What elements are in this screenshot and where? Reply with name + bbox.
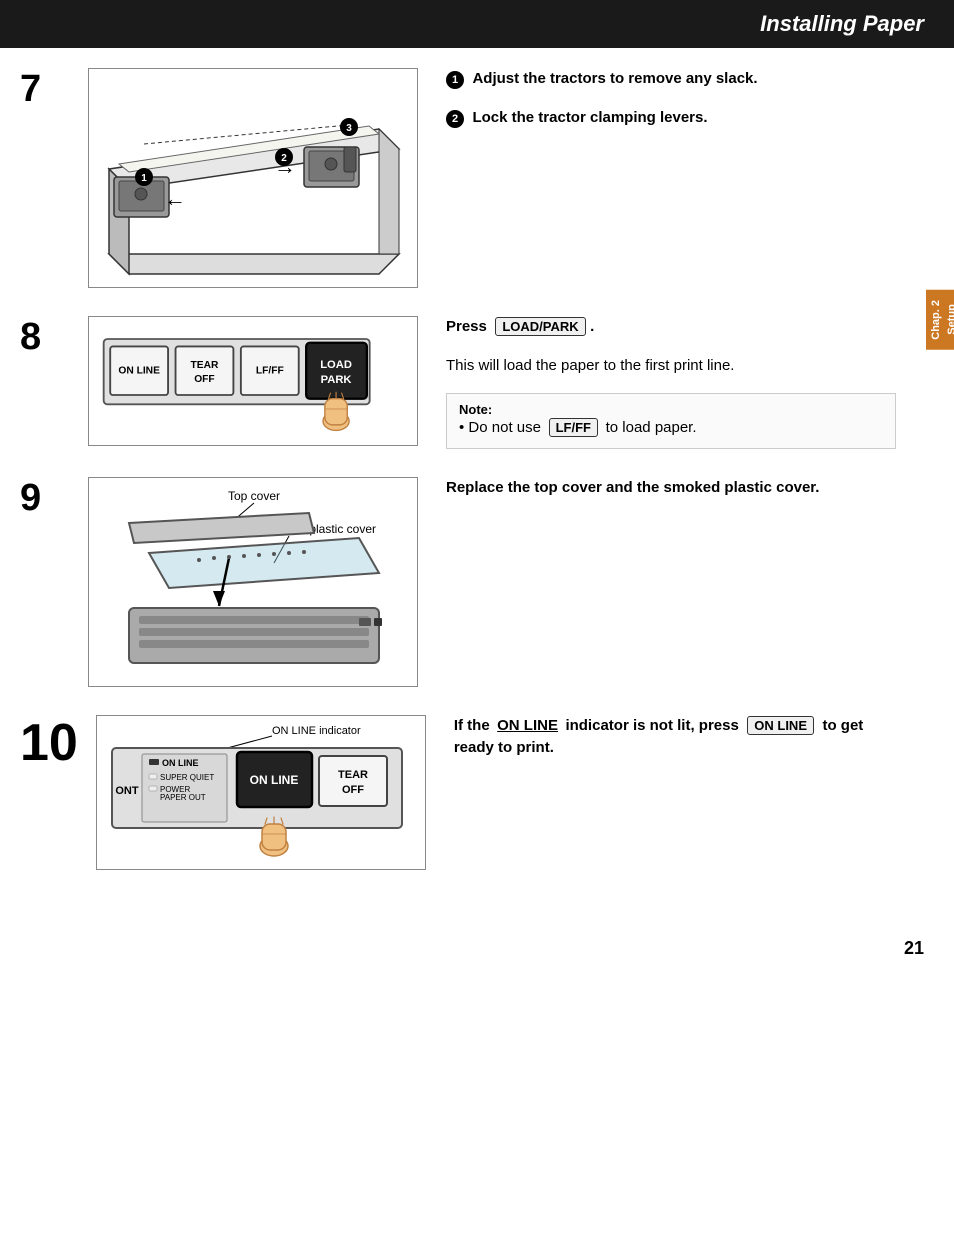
step-7-instruction-2: 2 Lock the tractor clamping levers. — [446, 107, 896, 130]
note-label: Note: — [459, 402, 492, 417]
step-8-note-box: Note: • Do not use LF/FF to load paper. — [446, 393, 896, 449]
step-7-number: 7 — [20, 70, 70, 108]
main-content: 7 — [0, 48, 954, 928]
chapter-tab: Chap. 2 Setup — [926, 290, 954, 350]
step-8-desc-text: This will load the paper to the first pr… — [446, 357, 734, 374]
svg-text:2: 2 — [281, 153, 287, 164]
step-8-number: 8 — [20, 318, 70, 356]
svg-text:SUPER QUIET: SUPER QUIET — [160, 773, 214, 782]
svg-text:←: ← — [164, 186, 186, 211]
step-10-diagram: ON LINE indicator ONT ON LINE SUPER QUIE… — [96, 715, 426, 870]
svg-text:Top cover: Top cover — [228, 489, 280, 503]
step-8-press-line: Press LOAD/PARK . — [446, 316, 896, 339]
step-7-text: 1 Adjust the tractors to remove any slac… — [436, 68, 896, 145]
circle-2: 2 — [446, 110, 464, 128]
step-8-description: This will load the paper to the first pr… — [446, 355, 896, 378]
step-7-instruction-1: 1 Adjust the tractors to remove any slac… — [446, 68, 896, 91]
circle-1: 1 — [446, 71, 464, 89]
step-10-svg: ON LINE indicator ONT ON LINE SUPER QUIE… — [97, 716, 426, 870]
svg-text:LOAD: LOAD — [320, 359, 352, 371]
step-7-diagram: ← → 1 2 3 — [88, 68, 418, 288]
svg-text:3: 3 — [346, 123, 352, 134]
step-8-row: 8 ON LINE TEAR OFF LF/FF LOAD PARK — [20, 316, 896, 449]
step-10-prefix: If the — [454, 717, 490, 734]
svg-text:LF/FF: LF/FF — [256, 366, 284, 377]
step-7-svg: ← → 1 2 3 — [89, 69, 418, 288]
svg-text:ONT: ONT — [115, 785, 139, 797]
step-10-row: 10 ON LINE indicator ONT ON LINE SUPER Q… — [20, 715, 896, 870]
note-text2: to load paper. — [606, 419, 697, 436]
svg-text:OFF: OFF — [194, 374, 215, 385]
page-title: Installing Paper — [760, 11, 924, 37]
on-line-key-inline: ON LINE — [747, 716, 814, 735]
step-9-text: Replace the top cover and the smoked pla… — [436, 477, 896, 500]
svg-text:ON LINE: ON LINE — [118, 366, 160, 377]
svg-text:ON LINE: ON LINE — [250, 773, 299, 787]
step-7-text-1: Adjust the tractors to remove any slack. — [472, 70, 757, 87]
page-number: 21 — [0, 938, 954, 969]
step-7-text-2: Lock the tractor clamping levers. — [472, 109, 707, 126]
step-9-number: 9 — [20, 479, 70, 517]
step-8-text: Press LOAD/PARK . This will load the pap… — [436, 316, 896, 449]
setup-label: Setup — [946, 305, 954, 336]
step-9-row: 9 Top cover Smoked plastic cover — [20, 477, 896, 687]
svg-text:ON LINE indicator: ON LINE indicator — [272, 725, 361, 737]
svg-text:1: 1 — [141, 173, 147, 184]
lf-ff-key-inline: LF/FF — [549, 418, 598, 437]
note-text: • Do not use — [459, 419, 541, 436]
step-9-svg: Top cover Smoked plastic cover — [89, 478, 418, 687]
chapter-label: Chap. 2 — [930, 300, 942, 340]
load-park-key-inline: LOAD/PARK — [495, 317, 585, 336]
step-7-row: 7 — [20, 68, 896, 288]
header-bar: Installing Paper — [0, 0, 954, 48]
step-8-svg: ON LINE TEAR OFF LF/FF LOAD PARK — [99, 316, 407, 446]
svg-text:OFF: OFF — [342, 784, 364, 796]
step-8-diagram: ON LINE TEAR OFF LF/FF LOAD PARK — [88, 316, 418, 446]
step-10-number: 10 — [20, 717, 78, 769]
step-9-instruction: Replace the top cover and the smoked pla… — [446, 479, 819, 496]
svg-text:PARK: PARK — [321, 374, 352, 386]
svg-text:TEAR: TEAR — [338, 769, 368, 781]
svg-text:PAPER OUT: PAPER OUT — [160, 793, 206, 802]
press-label: Press — [446, 318, 487, 335]
step-9-diagram: Top cover Smoked plastic cover — [88, 477, 418, 687]
step-10-middle: indicator is not lit, press — [565, 717, 738, 734]
step-10-underline: ON LINE — [497, 717, 558, 734]
press-period: . — [590, 318, 594, 335]
svg-text:ON LINE: ON LINE — [162, 758, 199, 768]
step-10-text: If the ON LINE indicator is not lit, pre… — [444, 715, 896, 760]
svg-text:TEAR: TEAR — [191, 360, 220, 371]
